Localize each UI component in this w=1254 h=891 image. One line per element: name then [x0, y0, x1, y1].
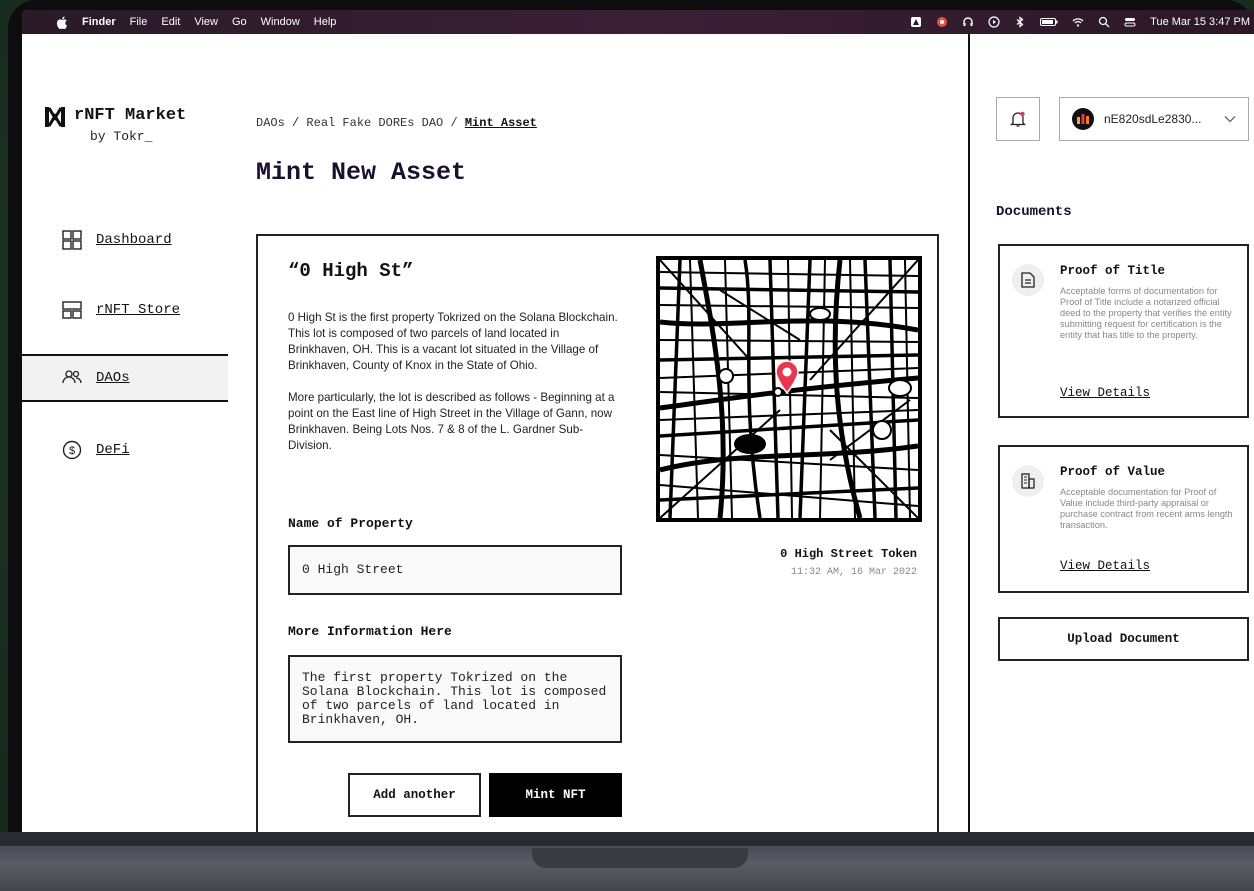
dashboard-grid-icon	[62, 230, 82, 250]
status-chrome-icon[interactable]	[936, 16, 948, 28]
view-details-link[interactable]: View Details	[1060, 559, 1150, 573]
doc-card-proof-of-value: Proof of Value Acceptable documentation …	[998, 445, 1249, 593]
status-headphones-icon[interactable]	[962, 16, 974, 28]
menu-bar: Finder File Edit View Go Window Help Tue…	[22, 10, 1254, 34]
view-details-link[interactable]: View Details	[1060, 386, 1150, 400]
right-panel: nE820sdLe2830... Documents Proof of Titl…	[968, 34, 1254, 832]
battery-icon[interactable]	[1040, 16, 1058, 28]
svg-text:$: $	[69, 445, 75, 457]
breadcrumb-dao[interactable]: Real Fake DOREs DAO	[306, 116, 443, 130]
screen: Finder File Edit View Go Window Help Tue…	[22, 10, 1254, 832]
wallet-selector[interactable]: nE820sdLe2830...	[1059, 97, 1249, 141]
breadcrumb-separator: /	[292, 116, 300, 130]
bluetooth-icon[interactable]	[1014, 16, 1026, 28]
sidebar-item-daos[interactable]: DAOs	[22, 354, 228, 402]
spotlight-search-icon[interactable]	[1098, 16, 1110, 28]
building-icon	[1012, 465, 1044, 497]
wallet-address: nE820sdLe2830...	[1104, 112, 1202, 126]
breadcrumb-current[interactable]: Mint Asset	[465, 116, 537, 130]
token-name: 0 High Street Token	[780, 547, 917, 561]
doc-title: Proof of Title	[1060, 264, 1166, 278]
store-icon	[62, 301, 82, 319]
logo[interactable]: rNFT Market by Tokr_	[44, 106, 186, 144]
chevron-down-icon	[1224, 116, 1236, 123]
menu-app-name[interactable]: Finder	[82, 16, 116, 28]
users-icon	[62, 370, 82, 384]
notifications-button[interactable]	[996, 97, 1040, 141]
asset-description: 0 High St is the first property Tokrized…	[288, 310, 618, 470]
rnft-logo-icon	[45, 107, 65, 127]
logo-title: rNFT Market	[74, 106, 187, 125]
bell-icon	[1009, 111, 1027, 127]
mint-nft-button[interactable]: Mint NFT	[489, 773, 622, 817]
wifi-icon[interactable]	[1072, 16, 1084, 28]
menu-window[interactable]: Window	[261, 16, 300, 28]
token-timestamp: 11:32 AM, 16 Mar 2022	[790, 567, 917, 578]
laptop-hinge	[0, 832, 1254, 846]
sidebar-item-dashboard[interactable]: Dashboard	[22, 216, 228, 264]
property-name-input[interactable]: 0 High Street	[288, 545, 622, 595]
asset-description-paragraph: More particularly, the lot is described …	[288, 391, 615, 452]
sidebar-item-label: DAOs	[96, 370, 130, 386]
menu-clock[interactable]: Tue Mar 15 3:47 PM	[1150, 16, 1250, 28]
apple-icon[interactable]	[56, 15, 68, 29]
doc-description: Acceptable forms of documentation for Pr…	[1060, 286, 1232, 340]
page-title: Mint New Asset	[256, 158, 467, 187]
property-map[interactable]	[656, 256, 922, 522]
doc-description: Acceptable documentation for Proof of Va…	[1060, 487, 1233, 530]
breadcrumb-daos[interactable]: DAOs	[256, 116, 285, 130]
menu-help[interactable]: Help	[314, 16, 337, 28]
menu-go[interactable]: Go	[232, 16, 247, 28]
sidebar-item-label: Dashboard	[96, 232, 172, 248]
sidebar-item-defi[interactable]: $ DeFi	[22, 426, 228, 474]
laptop-trackpad-notch	[532, 848, 748, 868]
sidebar-item-label: DeFi	[96, 442, 130, 458]
document-icon	[1012, 264, 1044, 296]
breadcrumb: DAOs / Real Fake DOREs DAO / Mint Asset	[256, 116, 537, 130]
menu-view[interactable]: View	[194, 16, 218, 28]
dollar-circle-icon: $	[62, 440, 82, 460]
more-info-label: More Information Here	[288, 624, 452, 639]
doc-card-proof-of-title: Proof of Title Acceptable forms of docum…	[998, 244, 1249, 418]
documents-heading: Documents	[996, 204, 1072, 220]
logo-subtitle: by Tokr_	[90, 129, 153, 144]
sidebar-item-label: rNFT Store	[96, 302, 181, 318]
upload-document-button[interactable]: Upload Document	[998, 617, 1249, 661]
asset-card: “0 High St” 0 High St is the first prope…	[256, 234, 939, 832]
property-name-label: Name of Property	[288, 516, 413, 531]
location-pin-icon	[775, 360, 799, 394]
laptop-frame: Finder File Edit View Go Window Help Tue…	[8, 0, 1254, 850]
wallet-avatar-icon	[1072, 108, 1094, 130]
sidebar: rNFT Market by Tokr_ Dashboard rNFT Stor…	[22, 34, 230, 832]
asset-title: “0 High St”	[288, 260, 414, 282]
menu-file[interactable]: File	[130, 16, 148, 28]
sidebar-item-rnft-store[interactable]: rNFT Store	[22, 286, 228, 334]
add-another-button[interactable]: Add another	[348, 773, 481, 817]
doc-title: Proof of Value	[1060, 465, 1166, 479]
menu-edit[interactable]: Edit	[161, 16, 180, 28]
status-play-icon[interactable]	[988, 16, 1000, 28]
more-info-textarea[interactable]: The first property Tokrized on the Solan…	[288, 655, 622, 743]
breadcrumb-separator: /	[450, 116, 458, 130]
status-app-icon[interactable]	[910, 16, 922, 28]
control-center-icon[interactable]	[1124, 16, 1136, 28]
main-content: DAOs / Real Fake DOREs DAO / Mint Asset …	[228, 34, 968, 832]
asset-description-paragraph: 0 High St is the first property Tokrized…	[288, 311, 618, 372]
